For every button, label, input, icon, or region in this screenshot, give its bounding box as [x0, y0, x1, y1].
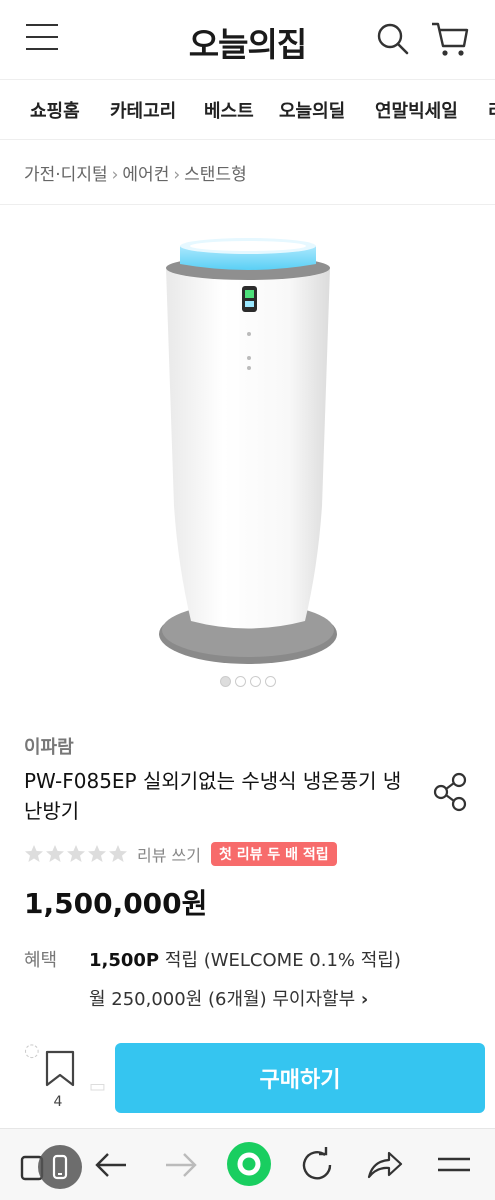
menu-icon [438, 1157, 470, 1172]
buy-button[interactable]: 구매하기 [115, 1043, 485, 1113]
back-button[interactable] [92, 1145, 132, 1185]
benefit-label: 혜택 [24, 950, 58, 971]
rating-row: 리뷰 쓰기 첫 리뷰 두 배 적립 [24, 842, 337, 866]
star-icon [25, 845, 43, 862]
image-pagination [0, 672, 495, 691]
write-review-link[interactable]: 리뷰 쓰기 [137, 842, 201, 866]
pagination-dot[interactable] [219, 676, 231, 687]
brand-name[interactable]: 이파람 [24, 733, 74, 759]
share-button[interactable] [432, 772, 470, 812]
home-button[interactable] [226, 1141, 272, 1187]
bookmark-count: 4 [53, 1094, 63, 1110]
refresh-icon [302, 1147, 332, 1180]
home-icon [227, 1142, 271, 1186]
faded-row-text: ▭ [89, 1076, 107, 1097]
bookmark-icon [45, 1050, 74, 1087]
product-title: PW-F085EP 실외기없는 수냉식 냉온풍기 냉난방기 [24, 769, 402, 823]
chevron-right-icon: › [111, 165, 119, 185]
installment-link[interactable]: 월 250,000원 (6개월) 무이자할부 › [89, 985, 368, 1011]
star-rating [24, 844, 129, 864]
nav-item-todays-deal[interactable]: 오늘의딜 [279, 97, 345, 123]
divider [0, 204, 495, 205]
nav-item-best[interactable]: 베스트 [204, 97, 254, 123]
arrow-left-icon [95, 1153, 126, 1177]
nav-item-more[interactable]: 리 [488, 97, 495, 123]
air-conditioner-image [159, 238, 337, 664]
cart-icon [432, 22, 469, 56]
pagination-dot[interactable] [234, 676, 246, 687]
app-header: 오늘의집 [0, 0, 495, 80]
nav-item-category[interactable]: 카테고리 [110, 97, 176, 123]
nav-item-year-end-sale[interactable]: 연말빅세일 [375, 97, 458, 123]
cart-button[interactable] [430, 20, 470, 58]
refresh-button[interactable] [297, 1145, 337, 1185]
product-price: 1,500,000원 [24, 887, 208, 920]
bookmark-button[interactable]: 4 [38, 1050, 78, 1120]
breadcrumb-item[interactable]: 스탠드형 [184, 165, 247, 185]
share-page-button[interactable] [365, 1145, 405, 1185]
star-icon [46, 845, 64, 862]
star-icon [88, 845, 106, 862]
points-description: 적립 (WELCOME 0.1% 적립) [159, 950, 401, 971]
tabs-button[interactable] [18, 1145, 82, 1189]
review-badge: 첫 리뷰 두 배 적립 [210, 842, 337, 866]
product-image[interactable] [0, 206, 495, 696]
points-value: 1,500P [89, 950, 160, 971]
pagination-dot[interactable] [249, 676, 261, 687]
tabs-icon [20, 1145, 82, 1189]
search-icon [377, 23, 409, 55]
forward-share-icon [367, 1151, 403, 1179]
star-icon [67, 845, 85, 862]
browser-toolbar [0, 1128, 495, 1200]
breadcrumb-item[interactable]: 에어컨 [122, 165, 169, 185]
browser-menu-button[interactable] [434, 1145, 474, 1185]
benefit-points: 1,500P 적립 (WELCOME 0.1% 적립) [89, 946, 401, 972]
breadcrumb-item[interactable]: 가전·디지털 [24, 165, 108, 185]
logo[interactable]: 오늘의집 [0, 18, 495, 66]
chevron-right-icon: › [173, 165, 181, 185]
share-icon [433, 772, 467, 812]
arrow-right-icon [166, 1153, 197, 1177]
category-nav: 쇼핑홈 카테고리 베스트 오늘의딜 연말빅세일 리 [0, 80, 495, 140]
search-button[interactable] [376, 22, 410, 56]
chevron-right-icon: › [360, 989, 369, 1010]
nav-item-shopping-home[interactable]: 쇼핑홈 [30, 97, 80, 123]
breadcrumb: 가전·디지털 › 에어컨 › 스탠드형 [24, 160, 247, 185]
star-icon [109, 845, 127, 862]
pagination-dot[interactable] [264, 676, 276, 687]
forward-button[interactable] [160, 1145, 200, 1185]
